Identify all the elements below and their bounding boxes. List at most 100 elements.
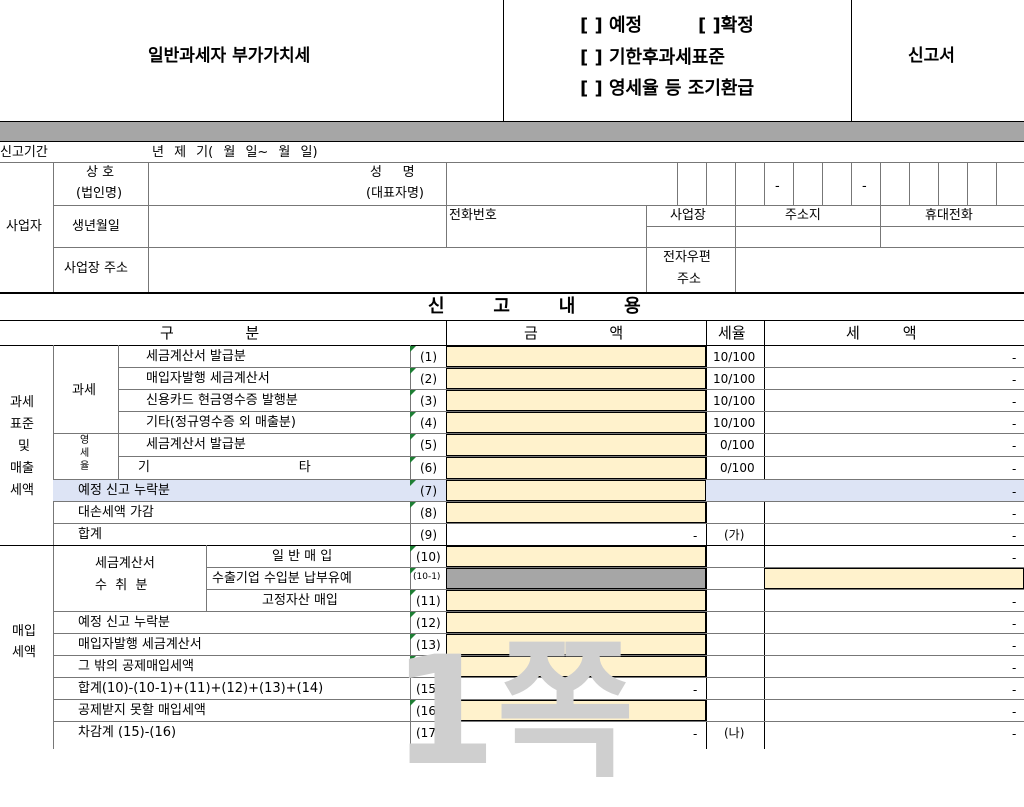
divider bbox=[851, 0, 852, 121]
purchase-row-label: 공제받지 못할 매입세액 bbox=[78, 703, 206, 718]
divider bbox=[880, 162, 881, 205]
sales-amount-input[interactable] bbox=[446, 457, 706, 479]
sales-group-label-2: 표준 bbox=[10, 417, 34, 432]
cell-marker-icon bbox=[410, 457, 416, 463]
report-heading: 신 고 내 용 bbox=[428, 296, 641, 317]
sales-row-code: (6) bbox=[420, 461, 437, 475]
sales-group-label-1: 과세 bbox=[10, 395, 34, 410]
sales-row-label: 대손세액 가감 bbox=[78, 505, 154, 520]
divider bbox=[967, 162, 968, 205]
divider bbox=[53, 162, 54, 292]
invoice-received-label: 세금계산서 bbox=[95, 556, 155, 571]
purchase-row-label: 수출기업 수입분 납부유예 bbox=[212, 571, 352, 586]
sales-amount-input[interactable] bbox=[446, 502, 706, 523]
sales-row-tax: - bbox=[1012, 439, 1017, 453]
sales-amount-input[interactable] bbox=[446, 412, 706, 433]
option-final[interactable]: [ ]확정 bbox=[698, 17, 754, 35]
purchase-row-label: 일 반 매 입 bbox=[272, 549, 333, 564]
business-address-label: 사업장 주소 bbox=[64, 261, 128, 276]
sales-group-label-5: 세액 bbox=[10, 483, 34, 498]
sales-row-code: (8) bbox=[420, 506, 437, 520]
sales-amount-input[interactable] bbox=[446, 346, 706, 367]
divider bbox=[909, 162, 910, 205]
purchase-tax-input[interactable] bbox=[764, 568, 1024, 589]
purchase-row-label: 그 밖의 공제매입세액 bbox=[78, 659, 194, 674]
purchase-row-label: 합계(10)-(10-1)+(11)+(12)+(13)+(14) bbox=[78, 681, 324, 696]
sales-row-label: 신용카드 현금영수증 발행분 bbox=[146, 393, 298, 408]
sales-row-label: 세금계산서 발급분 bbox=[146, 349, 246, 364]
divider bbox=[53, 523, 1024, 524]
sales-row-tax: - bbox=[1012, 529, 1017, 543]
divider bbox=[851, 162, 852, 205]
sales-row-code: (9) bbox=[420, 528, 437, 542]
purchase-amount-input[interactable] bbox=[446, 546, 706, 567]
company-name-label: 상 호 bbox=[86, 165, 115, 180]
purchase-group-label-1: 매입 bbox=[12, 624, 36, 639]
zero-rate-label: 율 bbox=[80, 461, 90, 472]
email-label: 전자우편 bbox=[663, 250, 711, 265]
option-zero-rate[interactable]: [ ] 영세율 등 조기환급 bbox=[580, 80, 754, 98]
divider bbox=[706, 162, 707, 205]
sales-amount-input[interactable] bbox=[446, 390, 706, 411]
rep-name-label-sub: (대표자명) bbox=[366, 186, 424, 201]
invoice-received-label-sub: 수 취 분 bbox=[95, 578, 148, 593]
taxable-label: 과세 bbox=[72, 383, 96, 398]
sales-row-tax: - bbox=[1012, 485, 1017, 499]
purchase-row-tax: - bbox=[1012, 727, 1017, 741]
purchase-row-label: 매입자발행 세금계산서 bbox=[78, 637, 202, 652]
email-field[interactable] bbox=[735, 248, 1024, 292]
divider bbox=[206, 545, 207, 611]
col-category: 구 분 bbox=[160, 324, 260, 342]
purchase-row-tax: - bbox=[1012, 639, 1017, 653]
email-label-sub: 주소 bbox=[677, 272, 701, 287]
sales-row-label: 예정 신고 누락분 bbox=[78, 483, 170, 498]
company-name-label-sub: (법인명) bbox=[76, 186, 123, 201]
dob-label: 생년월일 bbox=[72, 219, 120, 234]
sales-row-tax: - bbox=[1012, 462, 1017, 476]
sales-row-rate: 10/100 bbox=[713, 372, 756, 386]
purchase-row-label: 차감계 (15)-(16) bbox=[78, 725, 177, 740]
divider bbox=[53, 345, 54, 749]
sales-row-code: (4) bbox=[420, 416, 437, 430]
cell-marker-icon bbox=[410, 480, 416, 486]
sales-amount-input[interactable] bbox=[446, 368, 706, 389]
cell-marker-icon bbox=[410, 368, 416, 374]
sales-row-label: 기타(정규영수증 외 매출분) bbox=[146, 415, 296, 430]
divider bbox=[793, 162, 794, 205]
report-label: 신고서 bbox=[908, 46, 955, 66]
option-late[interactable]: [ ] 기한후과세표준 bbox=[580, 49, 725, 67]
sales-row-code: (5) bbox=[420, 438, 437, 452]
dob-field[interactable] bbox=[148, 206, 446, 247]
purchase-row-tax: - bbox=[1012, 551, 1017, 565]
company-name-field[interactable] bbox=[148, 163, 362, 205]
divider bbox=[706, 320, 707, 749]
sales-amount-input[interactable] bbox=[446, 434, 706, 456]
option-prelim[interactable]: [ ] 예정 bbox=[580, 17, 642, 35]
sales-row-tax: - bbox=[1012, 417, 1017, 431]
divider bbox=[764, 320, 765, 749]
divider bbox=[0, 292, 1024, 294]
purchase-row-tax: - bbox=[1012, 595, 1017, 609]
sales-amount-input[interactable] bbox=[446, 480, 706, 501]
sales-row-rate: (가) bbox=[724, 528, 745, 542]
purchase-row-code: (10) bbox=[416, 550, 441, 564]
sales-row-rate: 0/100 bbox=[720, 438, 755, 452]
phone-label: 전화번호 bbox=[449, 208, 497, 223]
purchase-row-code: (10-1) bbox=[413, 572, 441, 582]
purchase-row-rate: (나) bbox=[724, 726, 745, 740]
sales-amount-value: - bbox=[693, 529, 698, 543]
col-amount: 금 액 bbox=[524, 324, 624, 342]
sales-row-label: 기 타 bbox=[138, 460, 311, 475]
gray-band bbox=[0, 121, 1024, 142]
divider bbox=[938, 162, 939, 205]
purchase-row-tax: - bbox=[1012, 683, 1017, 697]
zero-rate-label: 세 bbox=[80, 448, 90, 459]
divider bbox=[118, 435, 119, 479]
business-address-field[interactable] bbox=[148, 248, 646, 292]
sales-row-code: (2) bbox=[420, 372, 437, 386]
period-text: 년 제 기( 월 일~ 월 일) bbox=[152, 145, 318, 160]
rep-name-field[interactable] bbox=[446, 163, 676, 205]
sales-row-code: (3) bbox=[420, 394, 437, 408]
purchase-row-tax: - bbox=[1012, 617, 1017, 631]
business-section-label: 사업자 bbox=[6, 219, 42, 234]
